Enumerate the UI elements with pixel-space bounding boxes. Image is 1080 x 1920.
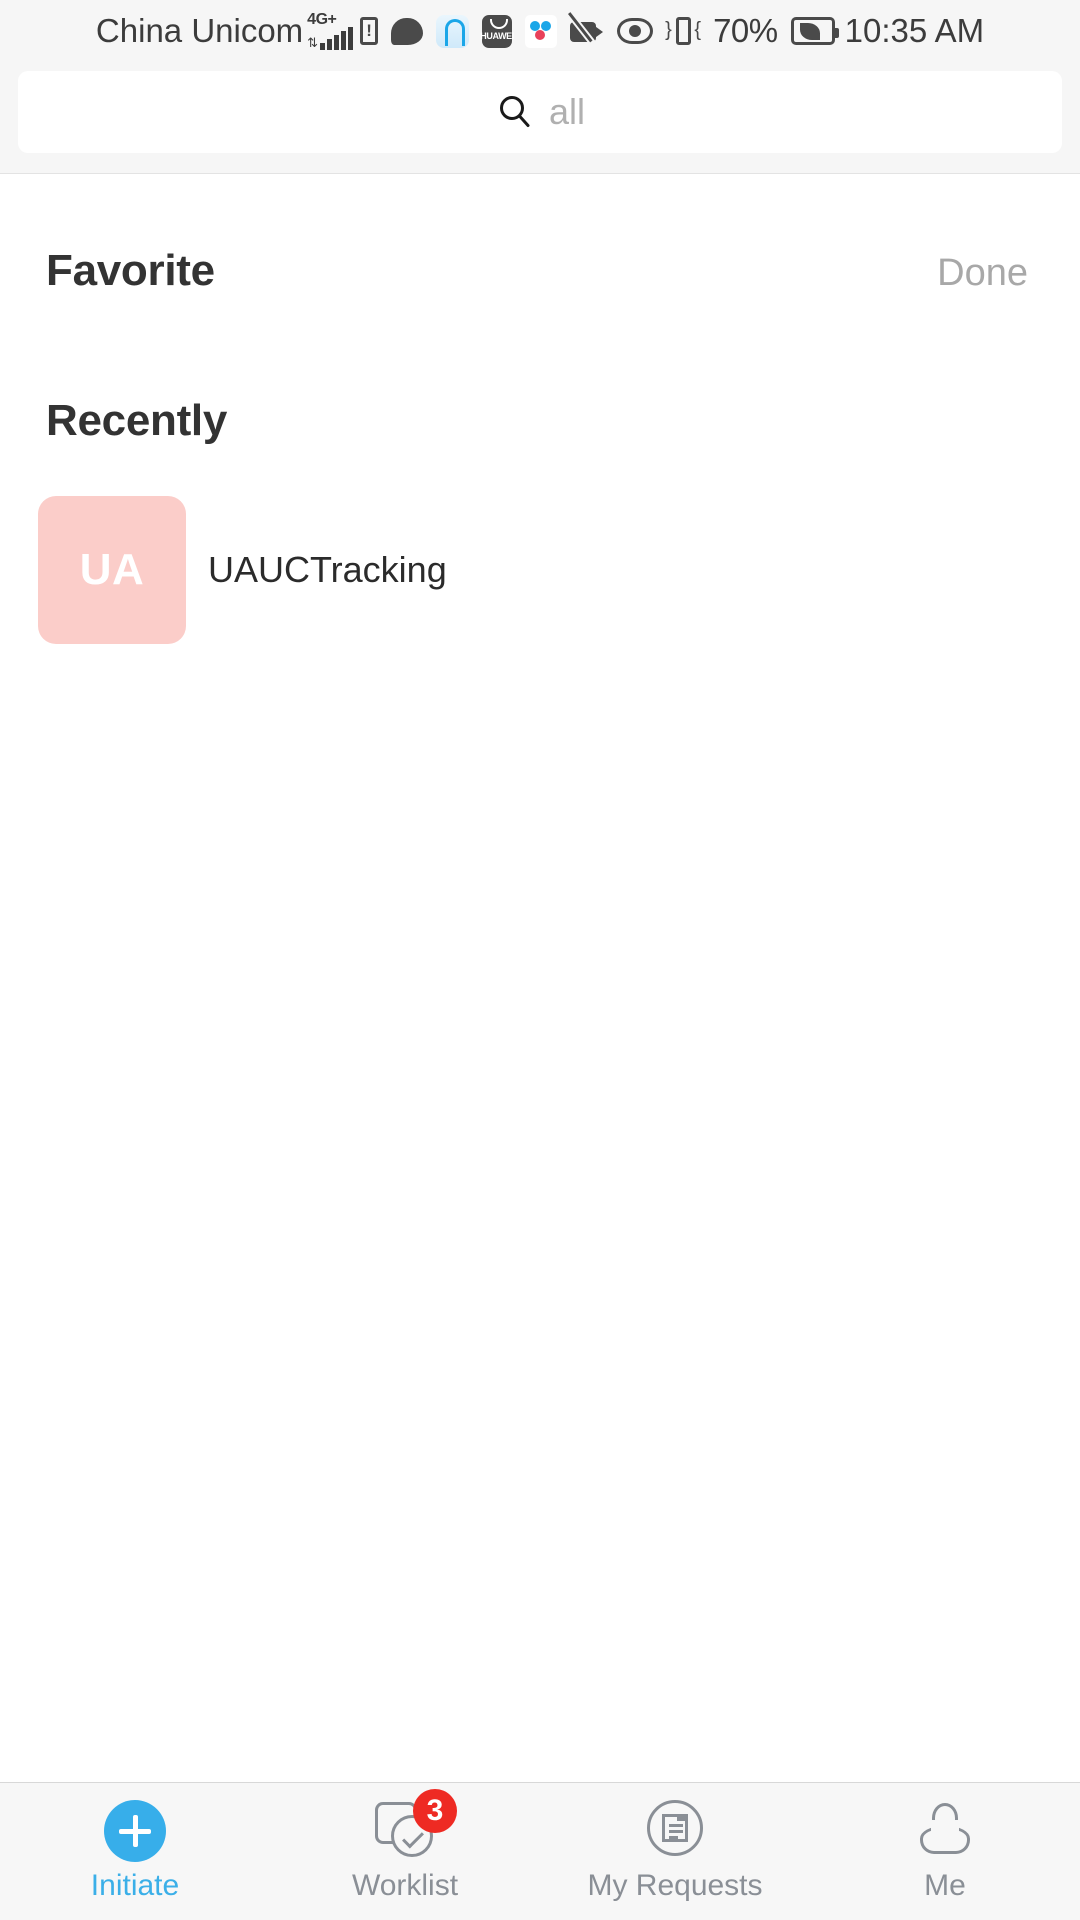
tab-me-label: Me xyxy=(924,1869,966,1902)
huawei-app-icon: HUAWEI xyxy=(480,14,514,48)
eye-comfort-icon xyxy=(617,18,654,44)
task-check-icon: 3 xyxy=(373,1789,457,1863)
tab-me[interactable]: Me xyxy=(810,1799,1080,1903)
tab-worklist-label: Worklist xyxy=(351,1869,459,1902)
status-icon-group: 4G+ ⇅ HUAWEI }{ 70% xyxy=(307,12,839,50)
tab-my-requests-label: My Requests xyxy=(587,1869,763,1902)
network-4g-signal-icon: 4G+ ⇅ xyxy=(307,12,354,50)
plus-circle-icon xyxy=(103,1799,167,1863)
vibrate-icon: }{ xyxy=(665,15,701,47)
worklist-badge-count: 3 xyxy=(413,1789,457,1833)
recently-section-header: Recently xyxy=(0,396,1080,446)
tab-my-requests[interactable]: My Requests xyxy=(540,1799,810,1903)
search-box[interactable]: all xyxy=(18,70,1062,153)
app-name-label: UAUCTracking xyxy=(208,549,447,590)
carrier-label: China Unicom xyxy=(95,12,304,49)
recently-app-grid: UA UAUCTracking xyxy=(0,496,1080,644)
recently-section-title: Recently xyxy=(46,396,228,445)
chat-bubble-icon xyxy=(391,17,424,45)
bottom-tab-bar: Initiate 3 Worklist My Requests Me xyxy=(0,1782,1080,1920)
favorite-section-header: Favorite Done xyxy=(0,246,1080,296)
camera-disabled-icon xyxy=(568,12,604,45)
search-icon xyxy=(495,92,535,132)
cloud-dots-icon xyxy=(525,14,558,48)
tab-initiate-label: Initiate xyxy=(90,1869,180,1902)
search-placeholder: all xyxy=(548,90,586,132)
app-tile-initials: UA xyxy=(79,545,145,594)
tab-initiate[interactable]: Initiate xyxy=(0,1799,270,1903)
app-tile-icon[interactable]: UA xyxy=(38,496,186,644)
status-bar: China Unicom 4G+ ⇅ HUAWEI }{ 70% xyxy=(0,0,1080,62)
app-screen: China Unicom 4G+ ⇅ HUAWEI }{ 70% xyxy=(0,0,1080,1920)
list-item[interactable]: UA UAUCTracking xyxy=(38,496,447,644)
battery-saver-icon xyxy=(790,17,839,45)
browser-icon xyxy=(436,14,470,48)
tab-worklist[interactable]: 3 Worklist xyxy=(270,1789,540,1903)
favorite-section-title: Favorite xyxy=(46,246,215,295)
search-bar-container: all xyxy=(0,62,1080,174)
document-circle-icon xyxy=(643,1799,707,1863)
done-button[interactable]: Done xyxy=(937,252,1034,295)
person-icon xyxy=(913,1799,977,1863)
sim-alert-icon xyxy=(360,17,379,45)
clock-label: 10:35 AM xyxy=(844,12,985,49)
main-content: Favorite Done Recently UA UAUCTracking xyxy=(0,174,1080,1782)
battery-percent-label: 70% xyxy=(713,12,778,49)
